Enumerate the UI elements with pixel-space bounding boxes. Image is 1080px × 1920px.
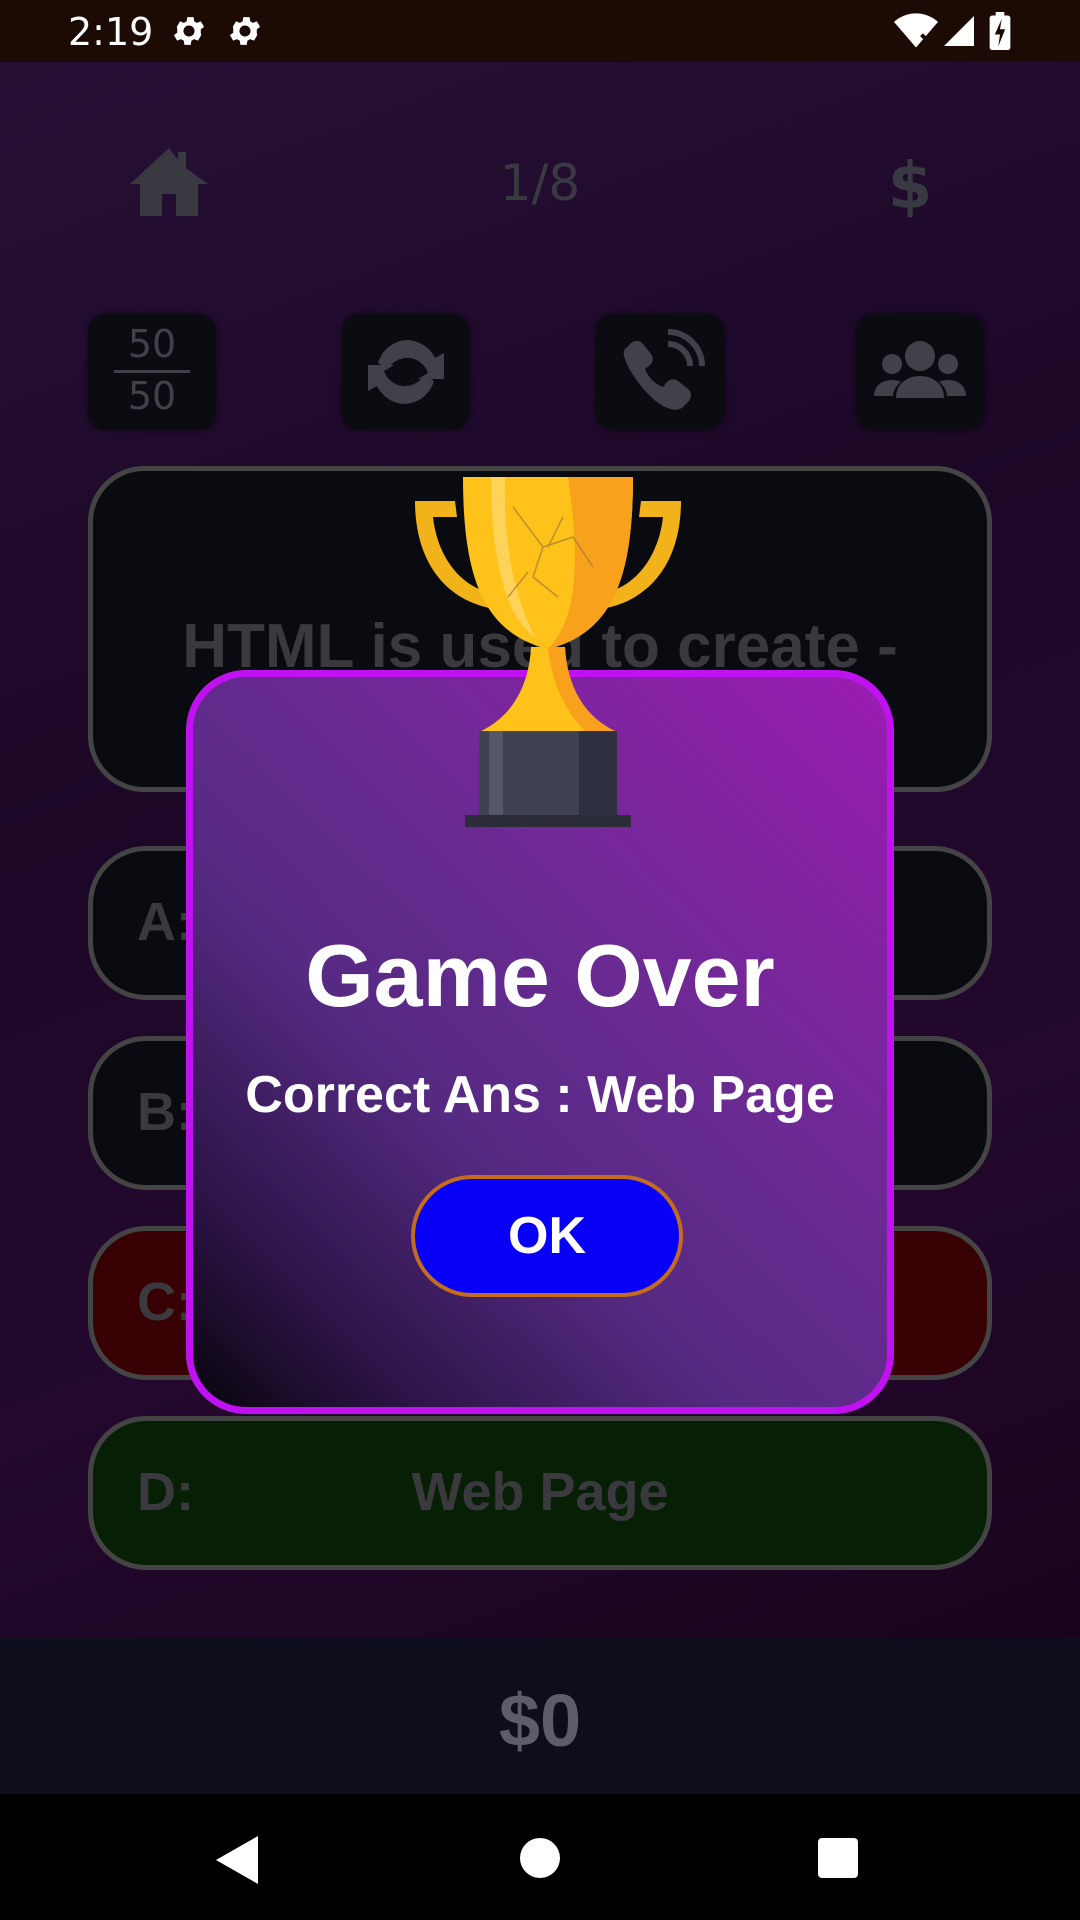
- phone-call-icon: [623, 329, 705, 410]
- fifty-fifty-lifeline-button[interactable]: 50 50: [88, 314, 216, 430]
- game-over-dialog: Game Over Correct Ans : Web Page OK: [186, 477, 894, 1414]
- swap-question-lifeline-button[interactable]: [342, 314, 470, 430]
- signal-icon: [944, 16, 974, 46]
- home-icon[interactable]: [128, 146, 210, 218]
- audience-group-icon: [874, 341, 966, 398]
- settings-gear-icon: [173, 17, 205, 45]
- prize-ladder-button[interactable]: $: [880, 150, 940, 224]
- prize-amount: $0: [498, 1679, 582, 1762]
- status-bar: 2:19: [0, 0, 1080, 62]
- wifi-icon: [894, 13, 938, 48]
- refresh-icon: [368, 339, 444, 405]
- question-progress: 1/8: [499, 154, 581, 212]
- fraction-divider: [114, 370, 190, 373]
- phone-friend-lifeline-button[interactable]: [596, 314, 724, 430]
- back-triangle-icon[interactable]: [214, 1834, 260, 1886]
- battery-charging-icon: [989, 12, 1011, 50]
- home-circle-icon[interactable]: [520, 1838, 560, 1878]
- answer-text: Web Page: [411, 1462, 669, 1522]
- ok-button[interactable]: OK: [411, 1175, 683, 1297]
- status-time: 2:19: [68, 10, 154, 54]
- ask-audience-lifeline-button[interactable]: [856, 314, 984, 430]
- fifty-bottom-label: 50: [127, 374, 177, 418]
- trophy-icon: [415, 477, 681, 827]
- correct-answer-message: Correct Ans : Web Page: [245, 1066, 835, 1124]
- recents-square-icon[interactable]: [818, 1838, 858, 1878]
- system-nav-bar: [0, 1794, 1080, 1920]
- settings-gear-icon: [229, 17, 261, 45]
- prize-bar: $0: [0, 1638, 1080, 1794]
- answer-option-d[interactable]: D: Web Page: [88, 1416, 992, 1570]
- fifty-top-label: 50: [127, 322, 177, 366]
- dialog-title: Game Over: [305, 926, 775, 1025]
